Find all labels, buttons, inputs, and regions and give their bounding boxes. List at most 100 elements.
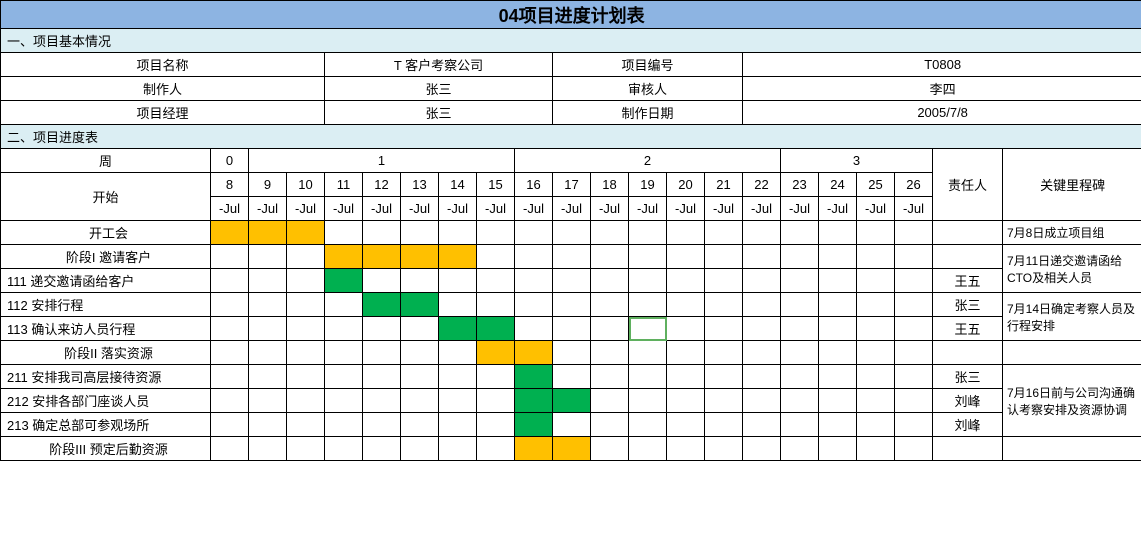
gantt-cell[interactable]: [629, 389, 667, 413]
info-value[interactable]: T0808: [743, 53, 1141, 77]
gantt-cell[interactable]: [553, 293, 591, 317]
gantt-cell[interactable]: [477, 341, 515, 365]
gantt-cell[interactable]: [667, 389, 705, 413]
task-label[interactable]: 213 确定总部可参观场所: [1, 413, 211, 437]
gantt-cell[interactable]: [515, 365, 553, 389]
gantt-cell[interactable]: [515, 221, 553, 245]
task-label[interactable]: 阶段III 预定后勤资源: [1, 437, 211, 461]
gantt-cell[interactable]: [439, 221, 477, 245]
gantt-cell[interactable]: [249, 365, 287, 389]
gantt-cell[interactable]: [667, 413, 705, 437]
gantt-cell[interactable]: [705, 365, 743, 389]
owner-cell[interactable]: [933, 437, 1003, 461]
gantt-cell[interactable]: [211, 413, 249, 437]
gantt-cell[interactable]: [325, 269, 363, 293]
gantt-cell[interactable]: [819, 341, 857, 365]
gantt-cell[interactable]: [287, 437, 325, 461]
gantt-cell[interactable]: [211, 269, 249, 293]
gantt-cell[interactable]: [287, 389, 325, 413]
gantt-cell[interactable]: [667, 341, 705, 365]
gantt-cell[interactable]: [895, 365, 933, 389]
gantt-cell[interactable]: [781, 317, 819, 341]
task-label[interactable]: 211 安排我司高层接待资源: [1, 365, 211, 389]
task-label[interactable]: 112 安排行程: [1, 293, 211, 317]
gantt-cell[interactable]: [781, 389, 819, 413]
gantt-cell[interactable]: [401, 293, 439, 317]
info-value[interactable]: 张三: [325, 77, 553, 101]
owner-cell[interactable]: 张三: [933, 365, 1003, 389]
gantt-cell[interactable]: [819, 293, 857, 317]
gantt-cell[interactable]: [477, 293, 515, 317]
gantt-cell[interactable]: [667, 269, 705, 293]
gantt-cell[interactable]: [211, 317, 249, 341]
gantt-cell[interactable]: [515, 437, 553, 461]
gantt-cell[interactable]: [591, 389, 629, 413]
gantt-cell[interactable]: [591, 341, 629, 365]
gantt-cell[interactable]: [629, 437, 667, 461]
gantt-cell[interactable]: [819, 365, 857, 389]
gantt-cell[interactable]: [895, 269, 933, 293]
gantt-cell[interactable]: [895, 293, 933, 317]
owner-cell[interactable]: 王五: [933, 269, 1003, 293]
gantt-cell[interactable]: [439, 365, 477, 389]
gantt-cell[interactable]: [325, 389, 363, 413]
gantt-cell[interactable]: [439, 269, 477, 293]
gantt-cell[interactable]: [515, 317, 553, 341]
owner-cell[interactable]: 刘峰: [933, 389, 1003, 413]
gantt-cell[interactable]: [515, 245, 553, 269]
gantt-cell[interactable]: [211, 341, 249, 365]
gantt-cell[interactable]: [743, 341, 781, 365]
gantt-cell[interactable]: [895, 317, 933, 341]
gantt-cell[interactable]: [705, 245, 743, 269]
gantt-cell[interactable]: [743, 293, 781, 317]
gantt-cell[interactable]: [249, 293, 287, 317]
gantt-cell[interactable]: [667, 293, 705, 317]
owner-cell[interactable]: [933, 245, 1003, 269]
task-label[interactable]: 阶段I 邀请客户: [1, 245, 211, 269]
gantt-cell[interactable]: [401, 245, 439, 269]
gantt-cell[interactable]: [211, 221, 249, 245]
gantt-cell[interactable]: [287, 341, 325, 365]
gantt-cell[interactable]: [363, 317, 401, 341]
gantt-cell[interactable]: [477, 317, 515, 341]
gantt-cell[interactable]: [629, 341, 667, 365]
gantt-cell[interactable]: [439, 317, 477, 341]
gantt-cell[interactable]: [477, 221, 515, 245]
info-value[interactable]: 李四: [743, 77, 1141, 101]
gantt-cell[interactable]: [553, 269, 591, 293]
gantt-cell[interactable]: [591, 365, 629, 389]
gantt-cell[interactable]: [211, 293, 249, 317]
gantt-cell[interactable]: [401, 413, 439, 437]
gantt-cell[interactable]: [819, 245, 857, 269]
gantt-cell[interactable]: [629, 365, 667, 389]
gantt-cell[interactable]: [591, 317, 629, 341]
gantt-cell[interactable]: [287, 413, 325, 437]
gantt-cell[interactable]: [705, 341, 743, 365]
gantt-cell[interactable]: [325, 437, 363, 461]
gantt-cell[interactable]: [781, 245, 819, 269]
gantt-cell[interactable]: [363, 437, 401, 461]
owner-cell[interactable]: 刘峰: [933, 413, 1003, 437]
gantt-cell[interactable]: [477, 365, 515, 389]
gantt-cell[interactable]: [667, 317, 705, 341]
gantt-cell[interactable]: [781, 293, 819, 317]
gantt-cell[interactable]: [287, 221, 325, 245]
gantt-cell[interactable]: [857, 389, 895, 413]
gantt-cell[interactable]: [857, 245, 895, 269]
gantt-cell[interactable]: [211, 437, 249, 461]
owner-cell[interactable]: 张三: [933, 293, 1003, 317]
gantt-cell[interactable]: [743, 365, 781, 389]
gantt-cell[interactable]: [895, 221, 933, 245]
gantt-cell[interactable]: [743, 269, 781, 293]
gantt-cell[interactable]: [401, 317, 439, 341]
gantt-cell[interactable]: [515, 413, 553, 437]
gantt-cell[interactable]: [629, 269, 667, 293]
gantt-cell[interactable]: [363, 413, 401, 437]
gantt-cell[interactable]: [439, 389, 477, 413]
gantt-cell[interactable]: [705, 389, 743, 413]
gantt-cell[interactable]: [705, 293, 743, 317]
gantt-cell[interactable]: [439, 413, 477, 437]
gantt-cell[interactable]: [743, 389, 781, 413]
gantt-cell[interactable]: [287, 317, 325, 341]
task-label[interactable]: 阶段II 落实资源: [1, 341, 211, 365]
